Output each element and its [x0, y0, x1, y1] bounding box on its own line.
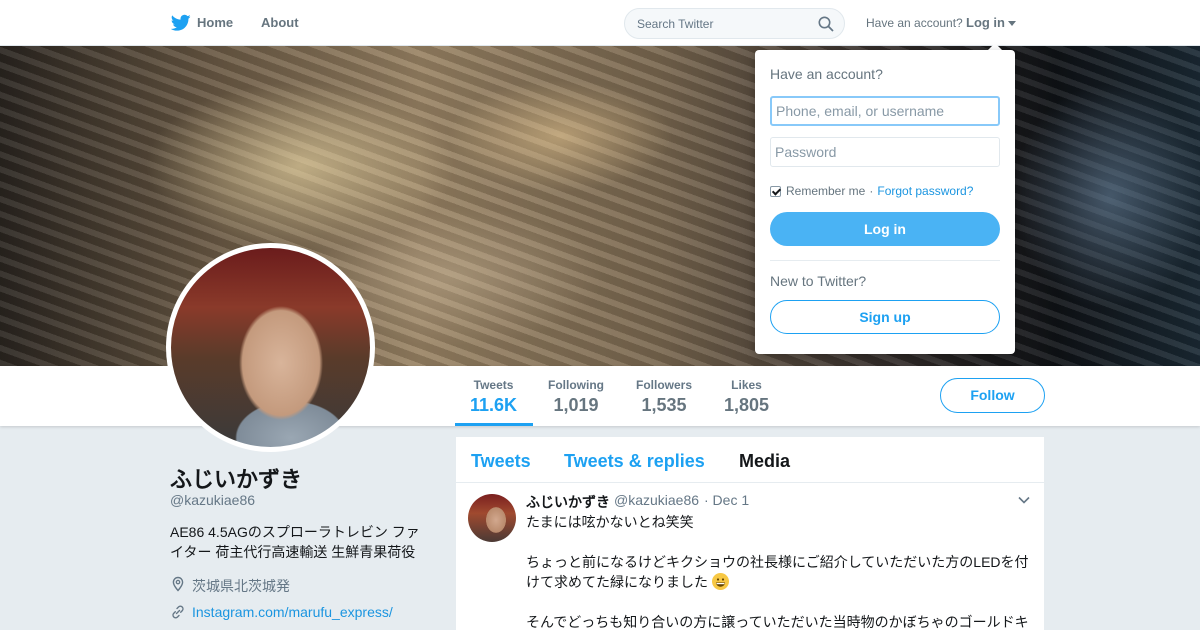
active-stat-underline — [455, 423, 533, 426]
profile-handle[interactable]: @kazukiae86 — [170, 492, 255, 508]
twitter-bird-icon[interactable] — [171, 14, 191, 32]
stat-value: 1,535 — [641, 395, 687, 415]
remember-checkbox-icon[interactable] — [770, 185, 781, 197]
separator-dot: · — [869, 184, 874, 198]
login-dropdown: Have an account? Remember me · Forgot pa… — [755, 50, 1015, 354]
divider — [770, 260, 1000, 261]
stat-likes[interactable]: Likes 1,805 — [724, 378, 769, 416]
stat-value: 11.6K — [470, 395, 518, 415]
grinning-face-emoji-icon — [711, 573, 729, 590]
search-icon[interactable] — [818, 16, 834, 32]
tab-tweets[interactable]: Tweets — [471, 451, 531, 472]
tab-media[interactable]: Media — [739, 451, 790, 472]
nav-about-link[interactable]: About — [261, 15, 299, 30]
tab-tweets-replies[interactable]: Tweets & replies — [564, 451, 705, 472]
signup-button[interactable]: Sign up — [770, 300, 1000, 334]
tweet-author-name[interactable]: ふじいかずき — [526, 492, 610, 512]
timeline-tabs: Tweets Tweets & replies Media — [456, 437, 1044, 483]
password-field[interactable] — [770, 137, 1000, 167]
have-account-text: Have an account? — [866, 16, 963, 30]
username-field[interactable] — [770, 96, 1000, 126]
tweet-line: ちょっと前になるけどキクショウの社長様にご紹介していただいた方のLEDを付けて求… — [526, 554, 1029, 590]
profile-website-link[interactable]: Instagram.com/marufu_express/ — [192, 604, 393, 620]
stat-following[interactable]: Following 1,019 — [548, 378, 604, 416]
follow-button[interactable]: Follow — [940, 378, 1045, 413]
stat-label: Tweets — [473, 378, 514, 392]
profile-location: 茨城県北茨城発 — [192, 578, 290, 594]
stat-value: 1,019 — [553, 395, 599, 415]
stat-followers[interactable]: Followers 1,535 — [636, 378, 692, 416]
profile-bio: AE86 4.5AGのスプローラトレビン ファイター 荷主代行高速輸送 生鮮青果… — [170, 524, 420, 560]
search-box[interactable]: Search Twitter — [624, 8, 845, 39]
new-to-twitter-text: New to Twitter? — [770, 273, 867, 289]
stat-label: Likes — [731, 378, 762, 392]
stat-value: 1,805 — [724, 395, 770, 415]
nav-login-link[interactable]: Log in — [966, 15, 1005, 30]
tweet-line: たまには呟かないとね笑笑 — [526, 514, 694, 530]
login-button[interactable]: Log in — [770, 212, 1000, 246]
caret-down-icon[interactable] — [1008, 21, 1016, 26]
nav-home-link[interactable]: Home — [197, 15, 233, 30]
stat-label: Followers — [636, 378, 693, 392]
tweet-timestamp[interactable]: · Dec 1 — [704, 492, 749, 508]
dropdown-title: Have an account? — [770, 66, 883, 82]
search-input[interactable]: Search Twitter — [637, 17, 713, 31]
stat-label: Following — [548, 378, 604, 392]
tweet-author-handle[interactable]: @kazukiae86 — [614, 492, 699, 508]
remember-label[interactable]: Remember me — [786, 184, 865, 198]
tweet-line: そんでどっちも知り合いの方に譲っていただいた当時物のかぼちゃのゴールドキ — [526, 614, 1029, 630]
forgot-password-link[interactable]: Forgot password? — [877, 184, 973, 198]
profile-avatar[interactable] — [166, 243, 375, 452]
location-pin-icon — [172, 576, 184, 592]
remember-row: Remember me · Forgot password? — [770, 184, 973, 198]
timeline: Tweets Tweets & replies Media ふじいかずき @ka… — [456, 437, 1044, 630]
stat-tweets[interactable]: Tweets 11.6K — [470, 378, 517, 416]
link-icon — [172, 605, 184, 619]
tweet-text: たまには呟かないとね笑笑ちょっと前になるけどキクショウの社長様にご紹介していただ… — [526, 512, 1036, 630]
tweet-avatar[interactable] — [468, 494, 516, 542]
chevron-down-icon[interactable] — [1018, 496, 1030, 504]
profile-name[interactable]: ふじいかずき — [170, 462, 302, 494]
top-nav: Home About Search Twitter Have an accoun… — [0, 0, 1200, 46]
